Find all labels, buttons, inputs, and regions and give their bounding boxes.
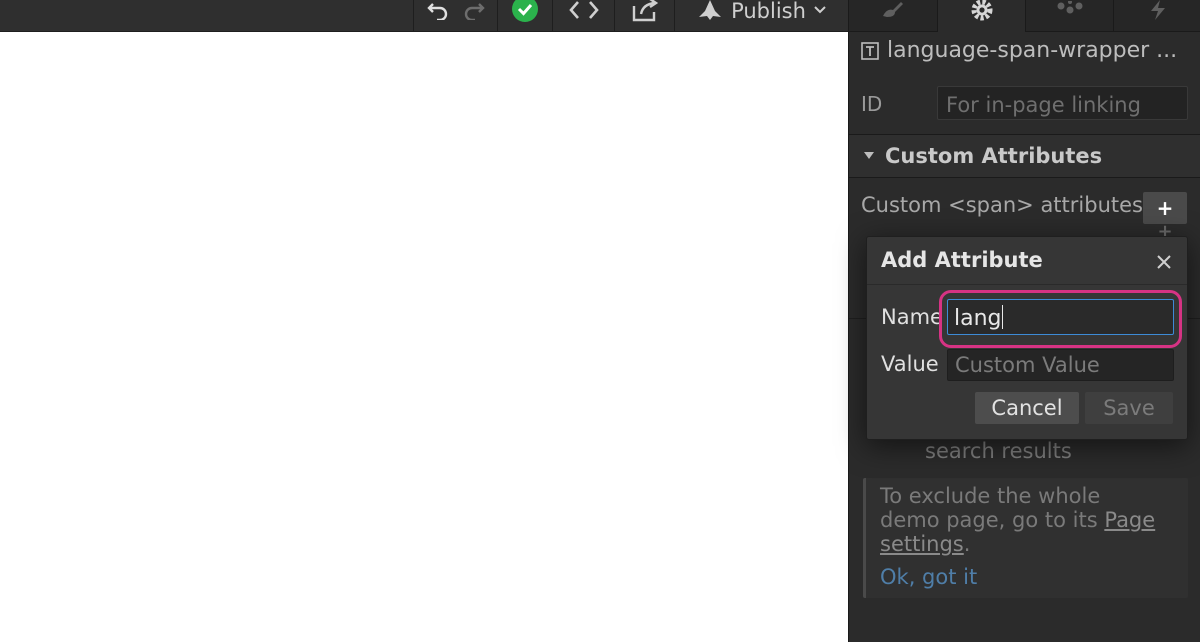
- design-canvas[interactable]: [0, 32, 848, 642]
- caret-down-icon: [863, 151, 875, 161]
- top-toolbar: Publish: [0, 0, 848, 32]
- page-settings-link-1[interactable]: Page: [1104, 508, 1155, 532]
- attribute-value-input[interactable]: Custom Value: [947, 349, 1174, 381]
- info-callout: To exclude the whole demo page, go to it…: [863, 478, 1188, 598]
- undo-icon[interactable]: [426, 0, 449, 20]
- interactions-icon: [1056, 1, 1084, 19]
- id-label: ID: [861, 92, 883, 116]
- webflow-designer: Publish language-span-wrapper ... ID For…: [0, 0, 1200, 642]
- info-line-3: settings.: [880, 532, 1174, 556]
- publish-icon: [697, 0, 723, 21]
- share-button[interactable]: [614, 0, 674, 32]
- panel-tabs: [849, 0, 1200, 32]
- export-icon: [631, 0, 659, 22]
- page-settings-link-2[interactable]: settings: [880, 532, 964, 556]
- add-attribute-button[interactable]: +: [1143, 192, 1187, 224]
- publish-label: Publish: [731, 0, 806, 23]
- style-brush-icon: [881, 0, 905, 18]
- dialog-title: Add Attribute: [881, 248, 1043, 272]
- id-input[interactable]: For in-page linking: [937, 86, 1188, 120]
- lightning-icon: [1148, 0, 1168, 21]
- code-icon: [568, 0, 600, 20]
- highlight-annotation: [939, 290, 1182, 348]
- tab-settings[interactable]: [937, 0, 1025, 32]
- info-line-2: demo page, go to its Page: [880, 508, 1174, 532]
- custom-attributes-label: Custom <span> attributes: [861, 193, 1143, 217]
- info-line-2-text: demo page, go to its: [880, 508, 1098, 532]
- tab-interactions[interactable]: [1025, 0, 1113, 32]
- undo-redo-group: [413, 0, 497, 32]
- code-export-button[interactable]: [552, 0, 614, 32]
- name-label: Name: [881, 305, 943, 329]
- element-name-label: language-span-wrapper ...: [887, 38, 1178, 63]
- close-icon[interactable]: [1151, 249, 1177, 275]
- redo-icon[interactable]: [463, 0, 485, 20]
- add-attribute-dialog: Add Attribute Name lang Value Custom Val…: [866, 236, 1188, 440]
- section-title: Custom Attributes: [885, 144, 1103, 168]
- publish-status[interactable]: [497, 0, 552, 32]
- save-button[interactable]: Save: [1085, 392, 1173, 424]
- chevron-down-icon: [814, 6, 826, 14]
- value-label: Value: [881, 352, 939, 376]
- text-element-icon: [861, 41, 879, 60]
- cancel-button[interactable]: Cancel: [975, 392, 1079, 424]
- tab-lightning[interactable]: [1113, 0, 1200, 32]
- search-results-text: search results: [925, 439, 1072, 463]
- check-circle-icon: [511, 0, 539, 23]
- publish-button[interactable]: Publish: [674, 0, 848, 32]
- info-line-1: To exclude the whole: [880, 484, 1101, 508]
- custom-attributes-section-header[interactable]: Custom Attributes: [849, 134, 1200, 178]
- dialog-header: Add Attribute: [867, 237, 1187, 285]
- ok-got-it-link[interactable]: Ok, got it: [880, 565, 1174, 589]
- info-line-3-suffix: .: [963, 532, 971, 556]
- selected-element-name: language-span-wrapper ...: [861, 38, 1177, 63]
- tab-style[interactable]: [849, 0, 937, 32]
- settings-gear-icon: [970, 0, 994, 22]
